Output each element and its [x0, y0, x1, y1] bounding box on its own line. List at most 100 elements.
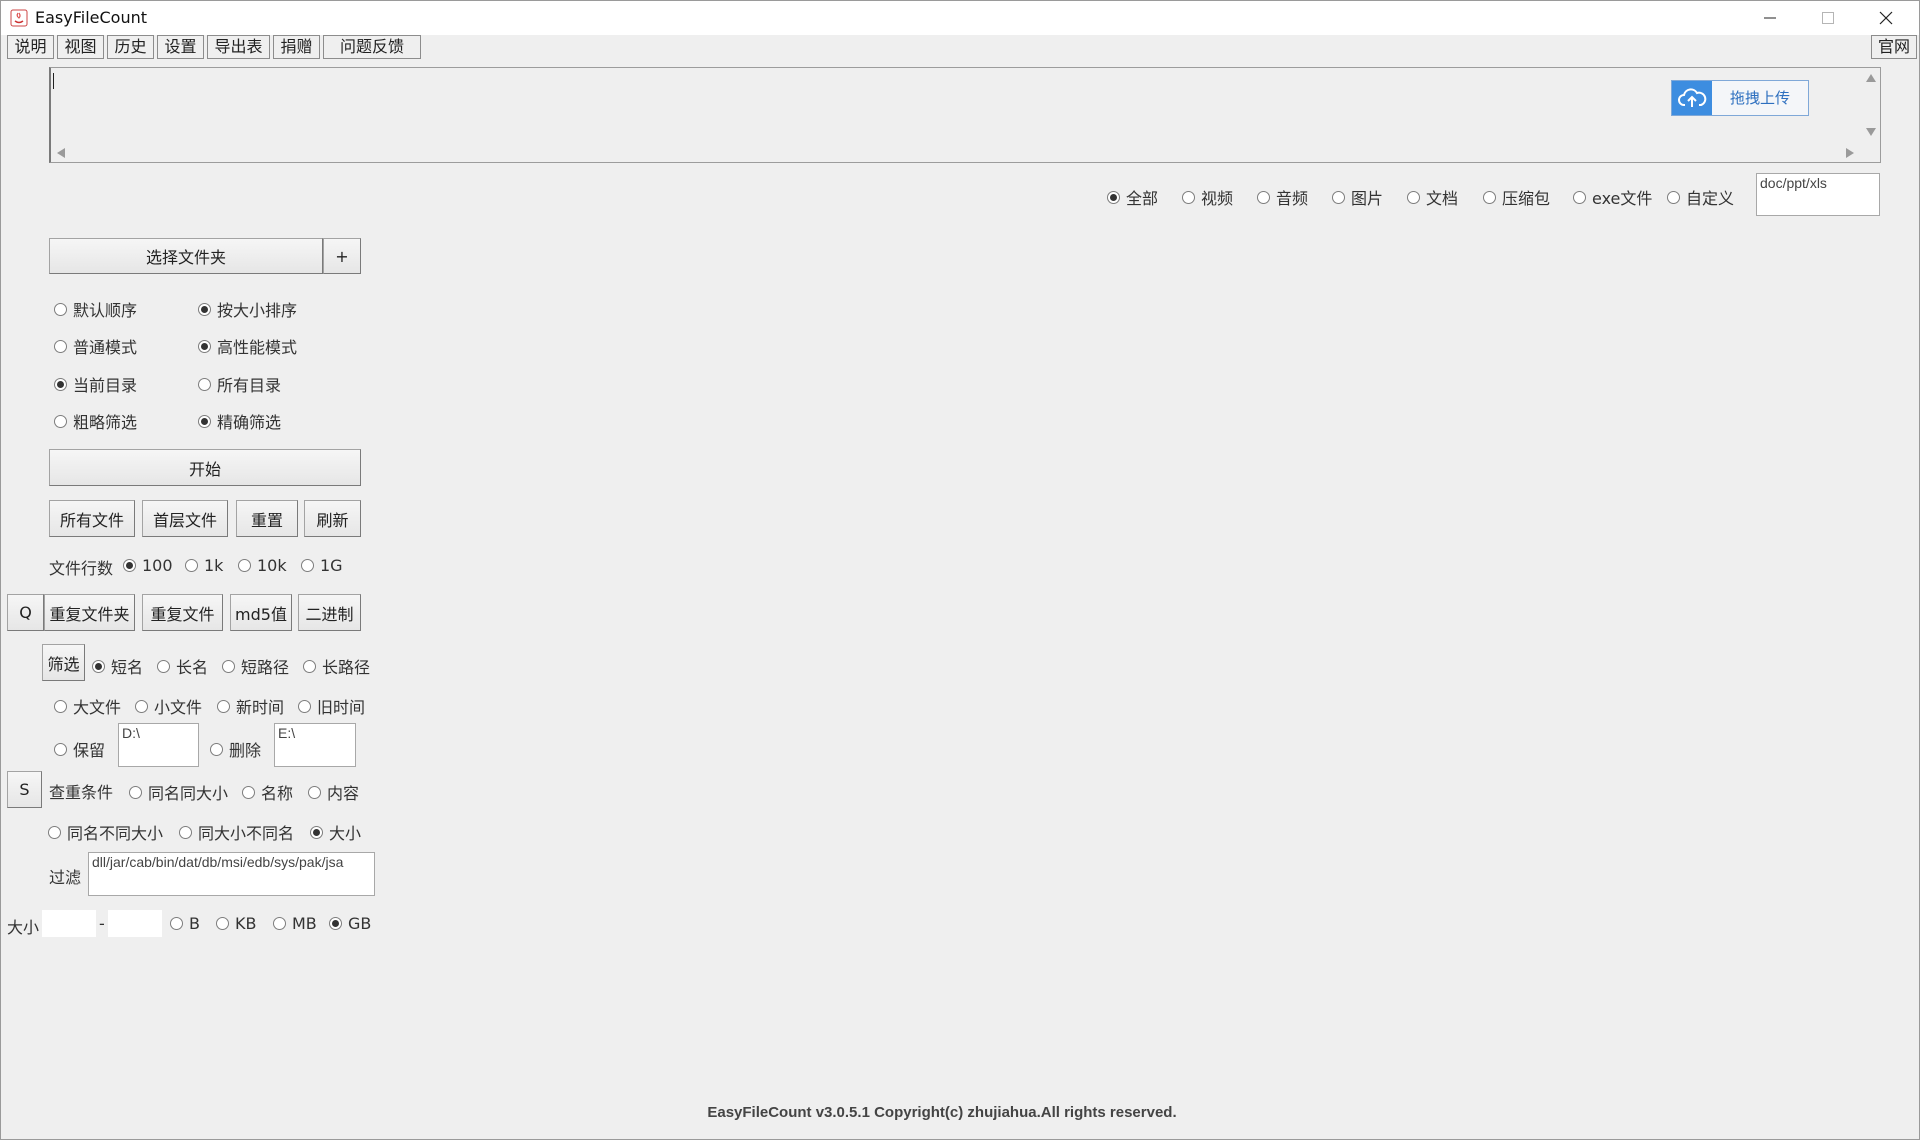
drag-upload-label: 拖拽上传 [1729, 89, 1790, 107]
drag-upload-button[interactable]: 拖拽上传 [1671, 80, 1809, 116]
size-min-input[interactable] [42, 910, 96, 937]
lines-100-radio[interactable]: 100 [123, 556, 173, 575]
start-button[interactable]: 开始 [49, 449, 361, 486]
radio-dot [216, 917, 229, 930]
same-size-diff-name-radio[interactable]: 同大小不同名 [179, 820, 294, 844]
filetype-custom-radio[interactable]: 自定义 [1667, 185, 1734, 209]
current-dir-radio[interactable]: 当前目录 [54, 372, 137, 396]
menu-help[interactable]: 说明 [7, 35, 54, 59]
delete-radio[interactable]: 删除 [210, 737, 261, 761]
custom-extension-input[interactable]: doc/ppt/xls [1756, 173, 1880, 216]
duplicate-folder-button[interactable]: 重复文件夹 [44, 594, 135, 631]
line-count-label: 文件行数 [49, 559, 114, 578]
content-radio[interactable]: 内容 [308, 780, 359, 804]
path-text-area[interactable]: 拖拽上传 [49, 67, 1881, 163]
same-name-diff-size-radio[interactable]: 同名不同大小 [48, 820, 163, 844]
long-path-radio[interactable]: 长路径 [303, 654, 370, 678]
unit-kb-radio[interactable]: KB [216, 914, 256, 933]
md5-button[interactable]: md5值 [230, 594, 292, 631]
scroll-right-icon [1846, 148, 1854, 158]
exclude-extensions-input[interactable]: dll/jar/cab/bin/dat/db/msi/edb/sys/pak/j… [88, 852, 375, 896]
newer-time-radio[interactable]: 新时间 [217, 694, 284, 718]
lines-10k-radio[interactable]: 10k [238, 556, 287, 575]
short-path-radio[interactable]: 短路径 [222, 654, 289, 678]
same-name-size-radio[interactable]: 同名同大小 [129, 780, 228, 804]
select-folder-button[interactable]: 选择文件夹 [49, 238, 323, 274]
all-dirs-radio[interactable]: 所有目录 [198, 372, 281, 396]
add-folder-button[interactable]: + [323, 238, 361, 274]
radio-dot [217, 699, 230, 713]
scroll-up-icon [1866, 74, 1876, 82]
vertical-scrollbar[interactable] [1861, 68, 1881, 146]
keep-path-input[interactable]: D:\ [118, 723, 199, 767]
older-time-radio[interactable]: 旧时间 [298, 694, 365, 718]
close-button[interactable] [1857, 1, 1915, 35]
first-level-files-button[interactable]: 首层文件 [142, 500, 228, 537]
radio-dot [54, 339, 67, 353]
delete-path-input[interactable]: E:\ [274, 723, 356, 767]
upload-icon-box [1672, 81, 1712, 115]
maximize-button[interactable] [1799, 1, 1857, 35]
filetype-archive-radio[interactable]: 压缩包 [1483, 185, 1550, 209]
filetype-image-radio[interactable]: 图片 [1332, 185, 1383, 209]
scroll-down-icon [1866, 128, 1876, 136]
size-radio[interactable]: 大小 [310, 820, 361, 844]
normal-mode-radio[interactable]: 普通模式 [54, 334, 137, 358]
minimize-button[interactable] [1741, 1, 1799, 35]
short-name-radio[interactable]: 短名 [92, 654, 143, 678]
check-conditions-label: 查重条件 [49, 783, 114, 802]
unit-b-radio[interactable]: B [170, 914, 200, 933]
exact-filter-radio[interactable]: 精确筛选 [198, 409, 281, 433]
menu-settings[interactable]: 设置 [157, 35, 204, 59]
radio-dot [129, 785, 142, 799]
lines-1g-radio[interactable]: 1G [301, 556, 343, 575]
filter-button[interactable]: 筛选 [42, 644, 85, 681]
menu-feedback[interactable]: 问题反馈 [323, 35, 421, 59]
performance-mode-radio[interactable]: 高性能模式 [198, 334, 297, 358]
long-name-radio[interactable]: 长名 [157, 654, 208, 678]
filetype-all-radio[interactable]: 全部 [1107, 185, 1158, 209]
text-caret [53, 73, 54, 89]
small-file-radio[interactable]: 小文件 [135, 694, 202, 718]
filetype-audio-radio[interactable]: 音频 [1257, 185, 1308, 209]
menu-export[interactable]: 导出表 [207, 35, 270, 59]
keep-radio[interactable]: 保留 [54, 737, 105, 761]
radio-dot [123, 559, 136, 572]
scroll-left-icon [57, 148, 65, 158]
size-max-input[interactable] [108, 910, 162, 937]
radio-dot [1107, 190, 1120, 204]
all-files-button[interactable]: 所有文件 [49, 500, 135, 537]
s-button[interactable]: S [7, 771, 42, 808]
lines-1k-radio[interactable]: 1k [185, 556, 223, 575]
radio-dot [329, 917, 342, 930]
menu-view[interactable]: 视图 [57, 35, 104, 59]
duplicate-file-button[interactable]: 重复文件 [142, 594, 223, 631]
radio-dot [303, 659, 316, 673]
filetype-exe-radio[interactable]: exe文件 [1573, 185, 1652, 209]
menu-history[interactable]: 历史 [107, 35, 154, 59]
reset-button[interactable]: 重置 [236, 500, 298, 537]
radio-dot [135, 699, 148, 713]
radio-dot [1573, 190, 1586, 204]
large-file-radio[interactable]: 大文件 [54, 694, 121, 718]
minimize-icon [1764, 17, 1776, 19]
default-order-radio[interactable]: 默认顺序 [54, 297, 137, 321]
radio-dot [1407, 190, 1420, 204]
close-icon [1879, 11, 1893, 25]
horizontal-scrollbar[interactable] [51, 144, 1861, 162]
menu-donate[interactable]: 捐赠 [273, 35, 320, 59]
unit-gb-radio[interactable]: GB [329, 914, 371, 933]
name-radio[interactable]: 名称 [242, 780, 293, 804]
filetype-video-radio[interactable]: 视频 [1182, 185, 1233, 209]
refresh-button[interactable]: 刷新 [304, 500, 361, 537]
radio-dot [310, 825, 323, 839]
q-button[interactable]: Q [7, 594, 44, 631]
menu-website[interactable]: 官网 [1871, 35, 1917, 59]
radio-dot [1182, 190, 1195, 204]
rough-filter-radio[interactable]: 粗略筛选 [54, 409, 137, 433]
binary-button[interactable]: 二进制 [298, 594, 361, 631]
unit-mb-radio[interactable]: MB [273, 914, 317, 933]
filetype-doc-radio[interactable]: 文档 [1407, 185, 1458, 209]
radio-dot [242, 785, 255, 799]
size-sort-radio[interactable]: 按大小排序 [198, 297, 297, 321]
